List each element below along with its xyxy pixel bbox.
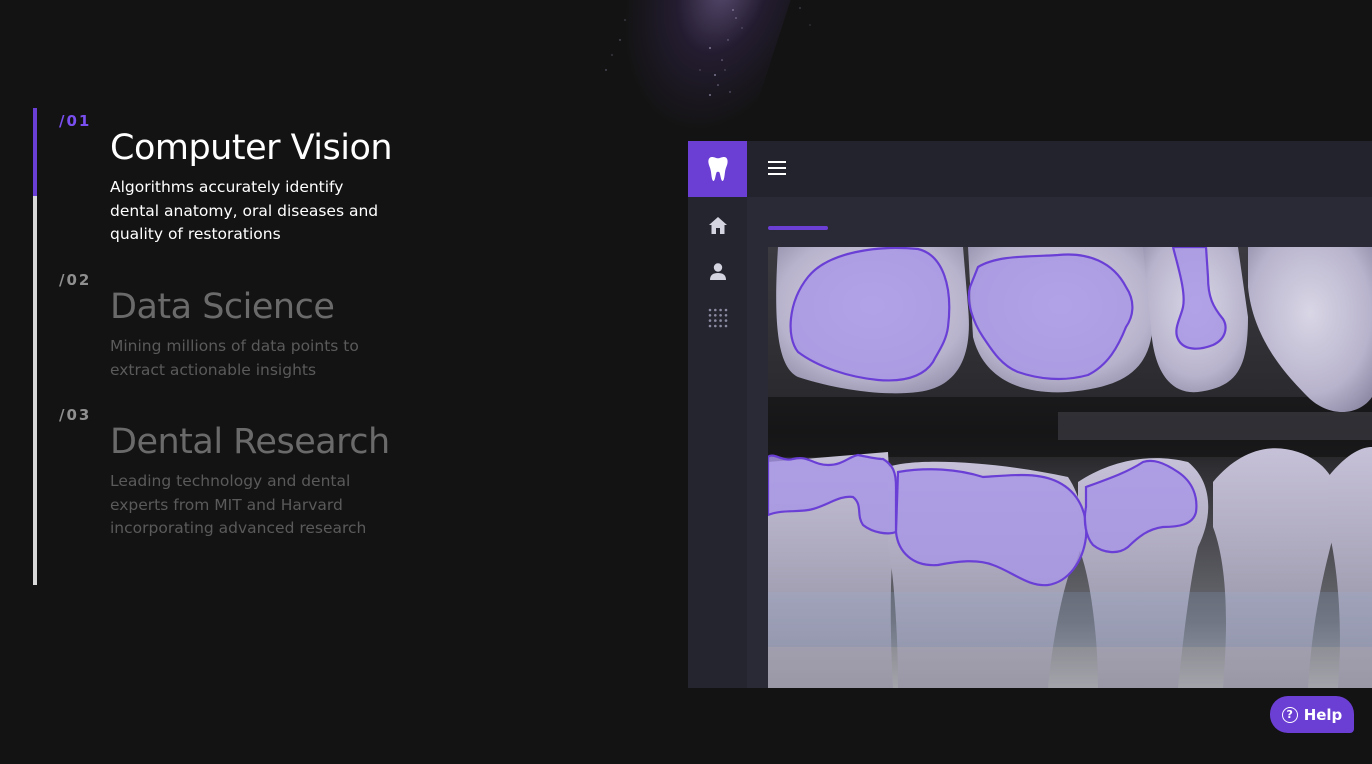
home-icon [709,216,727,234]
app-topbar [747,141,1372,197]
help-label: Help [1303,705,1343,724]
sparkle-decoration [605,7,811,96]
section-description: Algorithms accurately identify dental an… [110,178,379,243]
dental-xray-image [768,247,1372,688]
progress-rail [33,108,37,585]
section-description: Mining millions of data points to extrac… [110,337,359,379]
grid-icon [708,308,728,328]
progress-rail-fill [33,108,37,197]
question-circle-icon: ? [1281,706,1298,723]
user-icon [710,262,726,280]
section-computer-vision[interactable]: /01 Computer Vision Algorithms accuratel… [59,112,393,243]
section-data-science[interactable]: /02 Data Science Mining millions of data… [59,271,359,379]
section-number: /01 [59,112,92,130]
hamburger-menu-icon[interactable] [768,161,786,175]
nav-user[interactable] [708,261,728,281]
section-title: Dental Research [110,422,390,462]
page: /01 Computer Vision Algorithms accuratel… [0,0,1372,764]
nav-apps[interactable] [708,308,728,328]
section-description: Leading technology and dental experts fr… [110,472,367,537]
section-title: Computer Vision [110,128,393,168]
tooth-icon [707,157,728,181]
section-dental-research[interactable]: /03 Dental Research Leading technology a… [59,406,390,537]
active-tab-indicator [768,226,828,230]
app-mockup [688,141,1372,688]
section-number: /03 [59,406,92,424]
section-title: Data Science [110,287,335,327]
nav-home[interactable] [708,215,728,235]
help-button[interactable]: ? Help [1270,696,1354,733]
app-sidebar [688,141,747,688]
app-logo[interactable] [688,141,747,197]
section-number: /02 [59,271,92,289]
